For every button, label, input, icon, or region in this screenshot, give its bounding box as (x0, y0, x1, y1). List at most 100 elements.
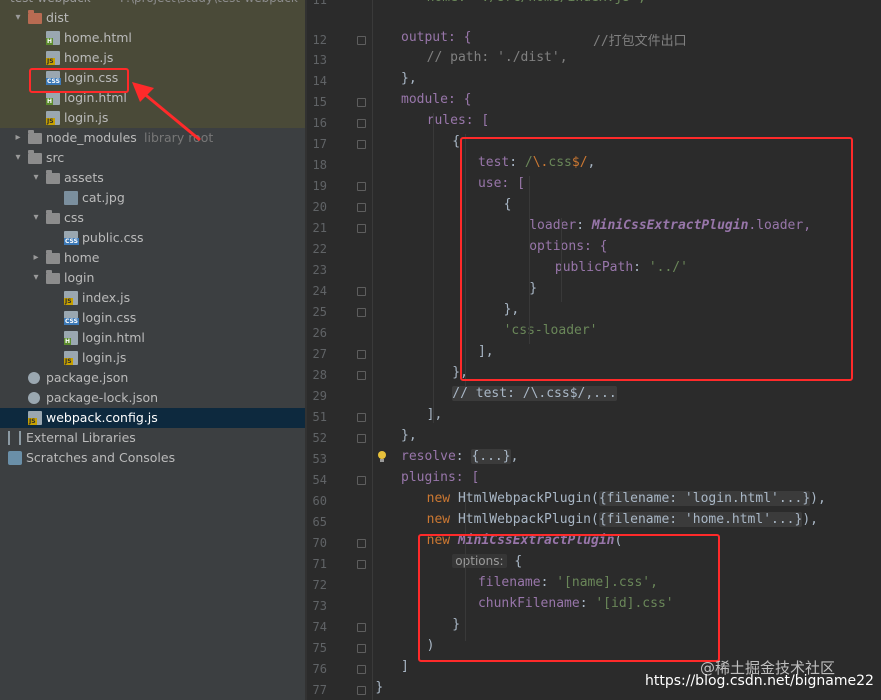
html-file-icon: H (46, 91, 60, 105)
line-number: 71 (312, 557, 327, 571)
code-token: resolve (401, 449, 456, 464)
line-number: 54 (312, 473, 327, 487)
code-line[interactable]: }, (401, 71, 417, 86)
tree-item[interactable]: Scratches and Consoles (0, 448, 305, 468)
fold-toggle-icon[interactable] (357, 119, 366, 128)
code-token: rules: [ (426, 113, 490, 128)
code-token: new (426, 491, 451, 506)
code-token: HtmlWebpackPlugin( (457, 491, 599, 506)
fold-toggle-icon[interactable] (357, 665, 366, 674)
fold-toggle-icon[interactable] (357, 413, 366, 422)
folded-code-region[interactable]: {filename: 'login.html'...} (598, 491, 811, 506)
line-number: 15 (312, 95, 327, 109)
code-line[interactable]: output: { (401, 30, 471, 45)
folded-code-region[interactable]: {filename: 'home.html'...} (598, 512, 803, 527)
tree-item[interactable]: External Libraries (0, 428, 305, 448)
tree-item-label: home.js (64, 50, 114, 65)
chevron-down-icon[interactable]: ▾ (12, 148, 24, 168)
image-file-icon (64, 191, 78, 205)
code-line[interactable]: ] (401, 659, 409, 674)
fold-toggle-icon[interactable] (357, 98, 366, 107)
fold-toggle-icon[interactable] (357, 36, 366, 45)
tree-item[interactable]: JS index.js (0, 288, 305, 308)
tree-item-label: login.js (64, 110, 109, 125)
line-number: 60 (312, 494, 327, 508)
tree-item[interactable]: ▾ css (0, 208, 305, 228)
tree-item[interactable]: Hlogin.html (0, 328, 305, 348)
line-number: 65 (312, 515, 327, 529)
fold-toggle-icon[interactable] (357, 182, 366, 191)
tree-item[interactable]: JS home.js (0, 48, 305, 68)
folder-icon (46, 250, 60, 264)
tree-item[interactable]: JS webpack.config.js (0, 408, 305, 428)
tree-item-label: public.css (82, 230, 144, 245)
fold-toggle-icon[interactable] (357, 560, 366, 569)
code-token: { (452, 134, 461, 149)
tree-item[interactable]: ▾ src (0, 148, 305, 168)
fold-toggle-icon[interactable] (357, 476, 366, 485)
code-line[interactable]: } (375, 680, 383, 695)
fold-toggle-icon[interactable] (357, 140, 366, 149)
js-file-icon: JS (46, 111, 60, 125)
line-number: 75 (312, 641, 327, 655)
fold-toggle-icon[interactable] (357, 350, 366, 359)
fold-toggle-icon[interactable] (357, 686, 366, 695)
tree-item[interactable]: CSS public.css (0, 228, 305, 248)
fold-toggle-icon[interactable] (357, 644, 366, 653)
chevron-down-icon[interactable]: ▾ (30, 168, 42, 188)
code-token: }, (401, 71, 417, 86)
code-line[interactable]: ], (427, 407, 443, 422)
code-line[interactable]: { (452, 134, 460, 149)
code-line[interactable]: rules: [ (427, 113, 490, 128)
chevron-down-icon[interactable]: ▾ (30, 208, 42, 228)
tree-item[interactable]: package-lock.json (0, 388, 305, 408)
code-line[interactable]: new HtmlWebpackPlugin({filename: 'home.h… (427, 512, 818, 527)
code-line[interactable]: plugins: [ (401, 470, 479, 485)
tree-item[interactable]: Hhome.html (0, 28, 305, 48)
fold-toggle-icon[interactable] (357, 623, 366, 632)
fold-toggle-icon[interactable] (357, 371, 366, 380)
line-number: 28 (312, 368, 327, 382)
fold-toggle-icon[interactable] (357, 434, 366, 443)
code-line[interactable]: }, (401, 428, 417, 443)
line-number: 26 (312, 326, 327, 340)
lightbulb-intention-icon[interactable] (377, 451, 387, 463)
code-line[interactable]: module: { (401, 92, 471, 107)
fold-toggle-icon[interactable] (357, 287, 366, 296)
project-root-row[interactable]: test-webpack F:\project\study\test-webpa… (0, 0, 305, 8)
tree-item[interactable]: ▾ assets (0, 168, 305, 188)
code-line[interactable]: // path: './dist', (427, 50, 568, 65)
json-file-icon (28, 372, 40, 384)
tree-item-label: login.js (82, 350, 127, 365)
folder-icon (28, 130, 42, 144)
tree-item-label: css (64, 210, 84, 225)
chevron-right-icon[interactable]: ▸ (30, 248, 42, 268)
code-line[interactable]: resolve: {...}, (401, 449, 518, 464)
folded-code-region[interactable]: // test: /\.css$/,... (452, 386, 617, 401)
tree-item[interactable]: ▾ dist (0, 8, 305, 28)
line-number: 18 (312, 158, 327, 172)
code-line[interactable]: // test: /\.css$/,... (452, 386, 617, 401)
css-file-icon: CSS (64, 231, 79, 245)
tree-item-label: webpack.config.js (46, 410, 158, 425)
line-number: 25 (312, 305, 327, 319)
line-number: 51 (312, 410, 327, 424)
tree-item[interactable]: CSS login.css (0, 308, 305, 328)
chevron-right-icon[interactable]: ▸ (12, 128, 24, 148)
fold-toggle-icon[interactable] (357, 308, 366, 317)
tree-item[interactable]: ▸ home (0, 248, 305, 268)
fold-toggle-icon[interactable] (357, 224, 366, 233)
project-root-label: test-webpack (10, 0, 91, 8)
chevron-down-icon[interactable]: ▾ (12, 8, 24, 28)
chevron-down-icon[interactable]: ▾ (30, 268, 42, 288)
folded-code-region[interactable]: {...} (471, 449, 511, 464)
code-line[interactable]: home: './src/home/index.js', (427, 0, 646, 5)
tree-item[interactable]: package.json (0, 368, 305, 388)
tree-item[interactable]: cat.jpg (0, 188, 305, 208)
code-line[interactable]: new HtmlWebpackPlugin({filename: 'login.… (427, 491, 826, 506)
tree-item[interactable]: ▾ login (0, 268, 305, 288)
tree-item[interactable]: JS login.js (0, 348, 305, 368)
folder-icon (46, 210, 60, 224)
fold-toggle-icon[interactable] (357, 203, 366, 212)
fold-toggle-icon[interactable] (357, 539, 366, 548)
